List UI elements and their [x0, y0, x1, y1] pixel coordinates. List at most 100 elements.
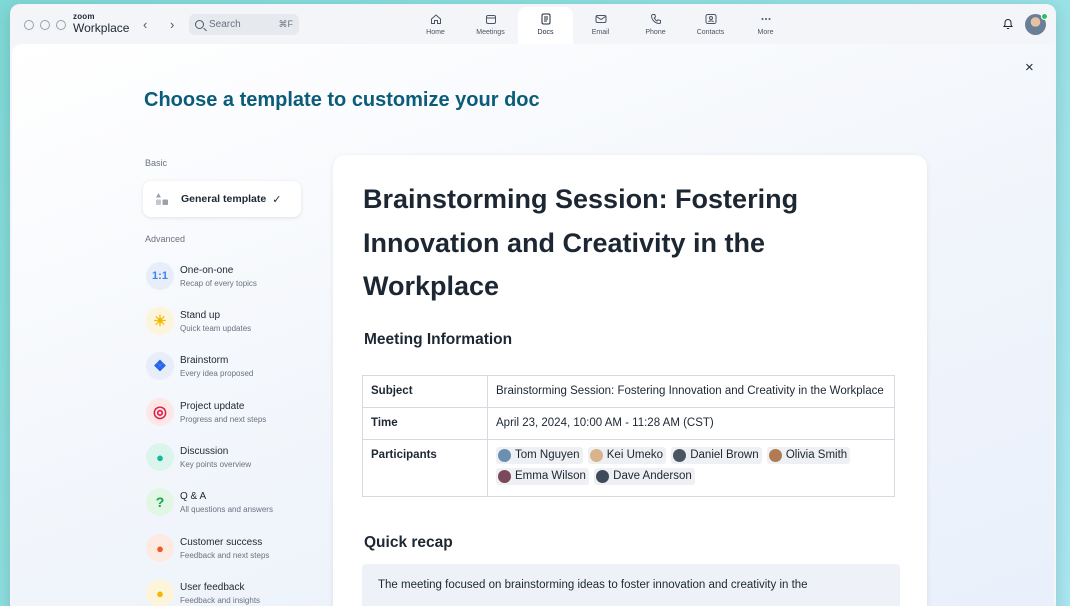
template-subtitle: Quick team updates	[180, 323, 252, 333]
tab-more[interactable]: More	[738, 7, 793, 44]
template-user-feedback[interactable]: ● User feedback Feedback and insights	[146, 576, 306, 606]
bell-icon[interactable]	[1002, 17, 1014, 30]
search-input[interactable]: Search ⌘F	[189, 14, 299, 35]
minimize-window-button[interactable]	[40, 20, 50, 30]
template-title: Customer success	[180, 536, 263, 548]
avatar	[498, 470, 511, 483]
main-nav-tabs: Home Meetings Docs Email Phone Contacts	[408, 7, 793, 44]
avatar	[596, 470, 610, 483]
template-title: Discussion	[180, 445, 229, 457]
avatar	[589, 449, 603, 462]
time-value: April 23, 2024, 10:00 AM - 11:28 AM (CST…	[487, 407, 895, 440]
phone-icon	[650, 14, 661, 25]
one-on-one-icon: 1:1	[146, 262, 174, 290]
tab-meetings[interactable]: Meetings	[463, 7, 518, 44]
tab-label: More	[757, 29, 774, 36]
online-status-badge	[1041, 13, 1048, 20]
template-title: Q & A	[180, 490, 207, 502]
target-icon: ◎	[146, 398, 174, 426]
table-row: Subject Brainstorming Session: Fostering…	[362, 375, 895, 408]
template-subtitle: Progress and next steps	[180, 414, 267, 424]
zoom-workplace-logo: zoom Workplace	[73, 12, 130, 35]
avatar	[498, 449, 511, 462]
participant-name: Kei Umeko	[606, 449, 664, 461]
tab-label: Meetings	[476, 29, 505, 36]
user-icon: ●	[146, 579, 174, 606]
template-title: Project update	[180, 400, 245, 412]
participant-name: Dave Anderson	[613, 470, 692, 482]
quick-recap-box: The meeting focused on brainstorming ide…	[362, 564, 900, 606]
template-brainstorm[interactable]: ❖ Brainstorm Every idea proposed	[146, 349, 306, 383]
window-controls	[24, 20, 66, 30]
close-window-button[interactable]	[24, 20, 34, 30]
title-bar: zoom Workplace ‹ › Search ⌘F Home Meetin…	[10, 4, 1056, 44]
template-subtitle: Feedback and next steps	[180, 550, 270, 560]
document-icon	[541, 13, 550, 25]
meeting-info-table: Subject Brainstorming Session: Fostering…	[362, 375, 895, 497]
dialog-title: Choose a template to customize your doc	[144, 89, 540, 111]
brain-icon: ❖	[146, 352, 174, 380]
search-placeholder: Search	[209, 19, 241, 30]
template-one-on-one[interactable]: 1:1 One-on-one Recap of every topics	[146, 259, 306, 293]
more-icon	[761, 18, 770, 20]
general-template-option[interactable]: General template ✓	[143, 181, 301, 217]
participant-chip[interactable]: Daniel Brown	[671, 447, 762, 464]
general-template-label: General template	[181, 193, 267, 205]
app-window: zoom Workplace ‹ › Search ⌘F Home Meetin…	[10, 4, 1056, 606]
template-title: Stand up	[180, 309, 221, 321]
doc-title: Brainstorming Session: Fostering Innovat…	[363, 184, 799, 301]
avatar	[768, 449, 782, 462]
template-title: User feedback	[180, 581, 245, 593]
brand-bottom: Workplace	[73, 21, 130, 35]
sun-icon: ☀	[146, 307, 174, 335]
tab-email[interactable]: Email	[573, 7, 628, 44]
template-preview-card: Brainstorming Session: Fostering Innovat…	[333, 155, 927, 606]
tab-phone[interactable]: Phone	[628, 7, 683, 44]
template-subtitle: All questions and answers	[180, 504, 273, 514]
participant-chip[interactable]: Emma Wilson	[496, 468, 589, 485]
question-icon: ?	[146, 488, 174, 516]
advanced-section-label: Advanced	[145, 234, 186, 244]
participant-name: Emma Wilson	[515, 470, 586, 482]
participants-value: Tom Nguyen Kei Umeko Daniel Brown Olivia…	[487, 439, 895, 497]
tab-docs[interactable]: Docs	[518, 7, 573, 44]
recap-text: The meeting focused on brainstorming ide…	[378, 579, 808, 591]
quick-recap-heading: Quick recap	[364, 534, 453, 551]
template-stand-up[interactable]: ☀ Stand up Quick team updates	[146, 304, 306, 338]
template-q-and-a[interactable]: ? Q & A All questions and answers	[146, 485, 306, 519]
subject-value: Brainstorming Session: Fostering Innovat…	[487, 375, 895, 408]
template-customer-success[interactable]: ● Customer success Feedback and next step…	[146, 531, 306, 565]
template-dialog: × Choose a template to customize your do…	[12, 44, 1054, 606]
template-title: Brainstorm	[180, 354, 229, 366]
participant-chip[interactable]: Olivia Smith	[766, 447, 851, 464]
participant-name: Daniel Brown	[690, 449, 759, 461]
participant-name: Tom Nguyen	[515, 449, 580, 461]
avatar[interactable]	[1025, 13, 1048, 35]
tab-label: Contacts	[696, 29, 725, 36]
tab-label: Phone	[645, 29, 666, 36]
avatar	[673, 449, 687, 462]
back-button[interactable]: ‹	[143, 17, 147, 32]
participant-chip[interactable]: Dave Anderson	[594, 468, 695, 485]
participant-chip[interactable]: Kei Umeko	[587, 447, 667, 464]
close-icon[interactable]: ×	[1025, 59, 1034, 76]
basic-section-label: Basic	[145, 158, 168, 168]
zoom-window-button[interactable]	[56, 20, 66, 30]
brand-top: zoom	[73, 12, 95, 21]
checkmark-icon: ✓	[272, 193, 282, 206]
mail-icon	[595, 15, 606, 23]
template-discussion[interactable]: ● Discussion Key points overview	[146, 440, 306, 474]
tab-home[interactable]: Home	[408, 7, 463, 44]
calendar-icon	[485, 15, 496, 24]
tab-label: Docs	[537, 29, 554, 36]
table-row: Time April 23, 2024, 10:00 AM - 11:28 AM…	[362, 407, 895, 440]
time-label: Time	[362, 407, 488, 440]
forward-button[interactable]: ›	[170, 17, 174, 32]
tab-contacts[interactable]: Contacts	[683, 7, 738, 44]
participant-chip[interactable]: Tom Nguyen	[496, 447, 583, 464]
template-project-update[interactable]: ◎ Project update Progress and next steps	[146, 395, 306, 429]
meeting-info-heading: Meeting Information	[364, 331, 513, 348]
template-subtitle: Key points overview	[180, 459, 252, 469]
table-row: Participants Tom Nguyen Kei Umeko Daniel…	[362, 439, 895, 497]
search-shortcut: ⌘F	[278, 19, 294, 29]
